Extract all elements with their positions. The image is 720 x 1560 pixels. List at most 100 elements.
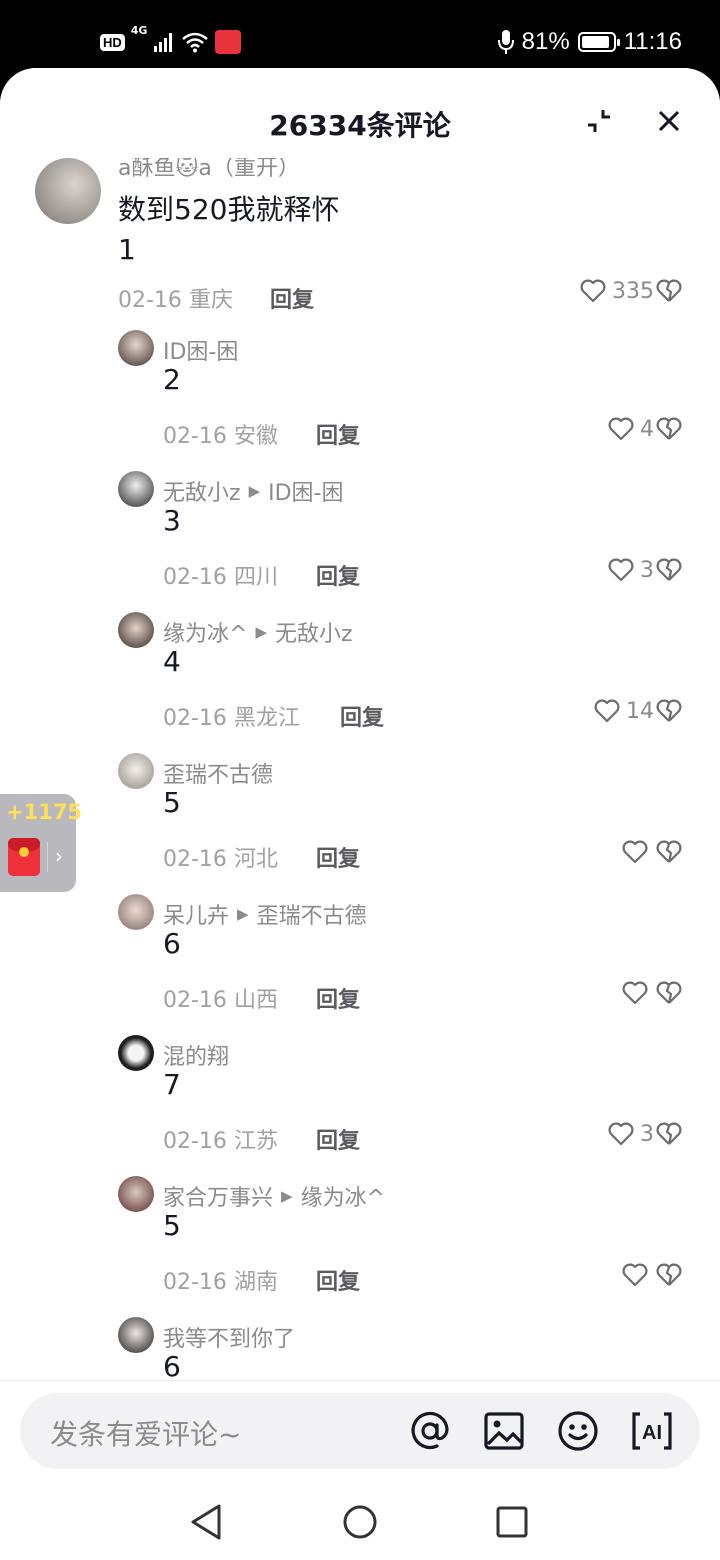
dislike-button[interactable]	[654, 1119, 684, 1149]
heart-icon	[594, 699, 620, 723]
broken-heart-icon	[656, 1122, 682, 1145]
ai-label: AI	[642, 1422, 662, 1444]
at-mention-button[interactable]	[408, 1409, 452, 1453]
recents-button[interactable]	[490, 1500, 534, 1544]
comment-date: 02-16	[163, 706, 227, 731]
like-count: 3	[640, 1121, 654, 1147]
reply-button[interactable]: 回复	[316, 559, 360, 591]
status-left: HD 4G	[100, 24, 242, 58]
dislike-button[interactable]	[654, 555, 684, 585]
like-button[interactable]	[622, 837, 654, 867]
comment-text: 6	[163, 1350, 181, 1380]
emoji-button[interactable]	[556, 1409, 600, 1453]
emoji-icon	[558, 1411, 598, 1451]
dislike-button[interactable]	[654, 978, 684, 1008]
heart-icon	[608, 417, 634, 441]
microphone-icon	[497, 30, 514, 54]
reply-to-user[interactable]: ID困-困	[268, 475, 343, 507]
at-icon	[411, 1411, 449, 1450]
reply-button[interactable]: 回复	[270, 282, 314, 314]
avatar[interactable]	[118, 1317, 154, 1353]
home-icon	[343, 1505, 377, 1539]
like-button[interactable]: 4	[608, 414, 654, 444]
chevron-right-icon: ›	[55, 844, 63, 868]
avatar[interactable]	[118, 1035, 154, 1071]
dislike-button[interactable]	[654, 276, 684, 306]
red-packet-widget[interactable]: +1175 ›	[0, 794, 82, 892]
username[interactable]: 无敌小z ▶ ID困-困	[163, 475, 343, 507]
avatar[interactable]	[118, 753, 154, 789]
image-button[interactable]	[482, 1409, 526, 1453]
home-button[interactable]	[338, 1500, 382, 1544]
like-count: 4	[640, 416, 654, 442]
comment-meta: 02-16 山西	[163, 982, 278, 1014]
collapse-button[interactable]	[582, 104, 616, 138]
comment-sheet: 26334条评论 a酥鱼🐱a（重开） 数到520我就释怀 1 02-16 重庆	[0, 68, 720, 1560]
avatar[interactable]	[118, 330, 154, 366]
comment-location: 山西	[233, 988, 278, 1013]
username[interactable]: 我等不到你了	[163, 1321, 295, 1353]
comment-text: 4	[163, 645, 181, 678]
ai-icon: AI	[632, 1412, 672, 1450]
comment-meta: 02-16 湖南	[163, 1264, 278, 1296]
image-icon	[484, 1412, 524, 1450]
broken-heart-icon	[656, 981, 682, 1004]
reply-button[interactable]: 回复	[340, 700, 384, 732]
reply-to-user[interactable]: 无敌小z	[275, 616, 353, 648]
dislike-button[interactable]	[654, 1260, 684, 1290]
reply-to-user[interactable]: 歪瑞不古德	[257, 898, 367, 930]
like-button[interactable]	[622, 1260, 654, 1290]
comment-date: 02-16	[163, 565, 227, 590]
comment-location: 安徽	[233, 424, 278, 449]
dislike-button[interactable]	[654, 837, 684, 867]
comment-input[interactable]: 发条有爱评论~ AI	[20, 1393, 700, 1469]
dislike-button[interactable]	[654, 414, 684, 444]
username[interactable]: 家合万事兴 ▶ 缘为冰^	[163, 1180, 385, 1212]
reply-button[interactable]: 回复	[316, 1264, 360, 1296]
comment-location: 重庆	[188, 288, 233, 313]
reply-button[interactable]: 回复	[316, 418, 360, 450]
comment-meta: 02-16 重庆	[118, 282, 233, 314]
ai-button[interactable]: AI	[630, 1409, 674, 1453]
comment-date: 02-16	[163, 847, 227, 872]
broken-heart-icon	[656, 1263, 682, 1286]
like-button[interactable]: 335	[580, 276, 654, 306]
close-button[interactable]	[652, 104, 686, 138]
clock: 11:16	[623, 28, 682, 55]
username[interactable]: 呆儿卉 ▶ 歪瑞不古德	[163, 898, 367, 930]
comment-text: 数到520我就释怀 1	[118, 193, 340, 266]
comment-meta: 02-16 四川	[163, 559, 278, 591]
like-button[interactable]: 14	[594, 696, 654, 726]
back-button[interactable]	[184, 1500, 228, 1544]
reply-button[interactable]: 回复	[316, 982, 360, 1014]
system-nav-bar	[0, 1480, 720, 1560]
back-icon	[191, 1504, 221, 1540]
reply-to-user[interactable]: 缘为冰^	[301, 1180, 385, 1212]
status-right: 81% 11:16	[497, 24, 682, 60]
heart-icon	[608, 558, 634, 582]
like-count: 335	[612, 278, 654, 304]
username[interactable]: a酥鱼🐱a（重开）	[118, 158, 300, 182]
signal-icon	[154, 33, 173, 52]
like-button[interactable]: 3	[608, 555, 654, 585]
avatar[interactable]	[118, 471, 154, 507]
username[interactable]: 缘为冰^ ▶ 无敌小z	[163, 616, 353, 648]
reply-button[interactable]: 回复	[316, 1123, 360, 1155]
dislike-button[interactable]	[654, 696, 684, 726]
reply-arrow-icon: ▶	[281, 1187, 293, 1205]
hd-badge: HD	[100, 33, 125, 51]
reply-button[interactable]: 回复	[316, 841, 360, 873]
comment-date: 02-16	[163, 1270, 227, 1295]
comment-list[interactable]: a酥鱼🐱a（重开） 数到520我就释怀 1 02-16 重庆 回复 335 ID…	[0, 158, 720, 1380]
like-button[interactable]: 3	[608, 1119, 654, 1149]
sheet-header: 26334条评论	[0, 68, 720, 158]
collapse-icon	[588, 110, 610, 132]
avatar[interactable]	[118, 1176, 154, 1212]
avatar[interactable]	[118, 894, 154, 930]
red-envelope-icon	[8, 838, 40, 876]
like-button[interactable]	[622, 978, 654, 1008]
avatar[interactable]	[35, 158, 101, 224]
red-packet-count: +1175	[6, 800, 83, 824]
like-count: 3	[640, 557, 654, 583]
avatar[interactable]	[118, 612, 154, 648]
